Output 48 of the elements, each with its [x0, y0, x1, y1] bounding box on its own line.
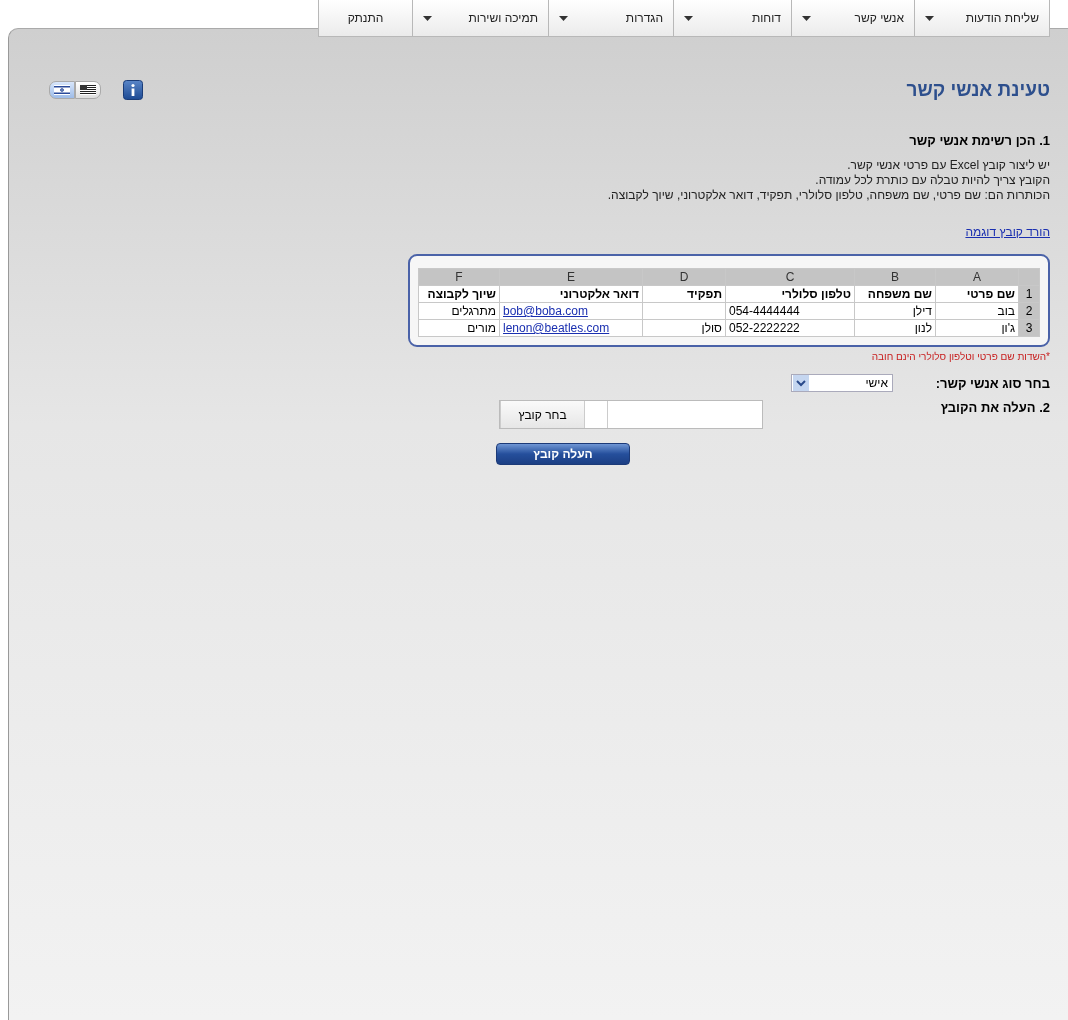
column-header: F	[418, 268, 500, 286]
menu-item[interactable]: התנתק	[318, 0, 413, 37]
required-note: *השדות שם פרטי וטלפון סלולרי הינם חובה	[870, 351, 1050, 362]
browse-button[interactable]: בחר קובץ	[500, 401, 584, 428]
instruction-text: יש ליצור קובץ Excel עם פרטי אנשי קשר.	[846, 158, 1050, 173]
column-header: B	[854, 268, 936, 286]
column-header: D	[642, 268, 726, 286]
table-cell: סולן	[642, 319, 726, 337]
table-cell: דואר אלקטרוני	[499, 285, 643, 303]
menu-item[interactable]: אנשי קשר	[792, 0, 915, 37]
email-link[interactable]: lenon@beatles.com	[503, 321, 610, 335]
dropdown-icon	[793, 375, 809, 391]
upload-button[interactable]: העלה קובץ	[496, 443, 630, 465]
table-cell: טלפון סלולרי	[725, 285, 855, 303]
table-cell: דילן	[854, 302, 936, 320]
download-link[interactable]: הורד קובץ דוגמה	[965, 225, 1050, 239]
column-header: C	[725, 268, 855, 286]
table-cell: תפקיד	[642, 285, 726, 303]
column-header: A	[935, 268, 1019, 286]
table-cell: מורים	[418, 319, 500, 337]
contact-type-select[interactable]: אישי	[791, 374, 893, 392]
language-button[interactable]	[49, 81, 75, 99]
table-cell: 052-2222222	[725, 319, 855, 337]
table-cell: 054-4444444	[725, 302, 855, 320]
table-cell: שם משפחה	[854, 285, 936, 303]
flag-icon	[54, 85, 70, 95]
menu-item[interactable]: דוחות	[674, 0, 792, 37]
table-cell: ג'ון	[935, 319, 1019, 337]
table-cell: בוב	[935, 302, 1019, 320]
table-cell: שיוך לקבוצה	[418, 285, 500, 303]
table-cell: מתרגלים	[418, 302, 500, 320]
column-header: E	[499, 268, 643, 286]
page-title: טעינת אנשי קשר	[906, 79, 1050, 101]
instruction-text: הכותרות הם: שם פרטי, שם משפחה, טלפון סלולרי, תפקיד, דואר אלקטרוני, שיוך לקבוצה.	[606, 188, 1050, 203]
menu-item[interactable]: הגדרות	[549, 0, 674, 37]
table-cell: לנון	[854, 319, 936, 337]
file-path-field[interactable]	[584, 401, 762, 428]
instruction-text: הקובץ צריך להיות טבלה עם כותרת לכל עמודה.	[814, 173, 1050, 188]
section-heading: 1. הכן רשימת אנשי קשר	[908, 133, 1050, 148]
table-cell: שם פרטי	[935, 285, 1019, 303]
section-heading: 2. העלה את הקובץ	[939, 400, 1050, 415]
email-link[interactable]: bob@boba.com	[503, 304, 588, 318]
contact-type-label: בחר סוג אנשי קשר:	[934, 375, 1050, 391]
menu-item[interactable]: שליחת הודעות	[915, 0, 1050, 37]
info-icon[interactable]	[123, 80, 143, 100]
language-button[interactable]	[75, 81, 101, 99]
menu-item[interactable]: תמיכה ושירות	[413, 0, 549, 37]
flag-icon	[80, 85, 96, 95]
